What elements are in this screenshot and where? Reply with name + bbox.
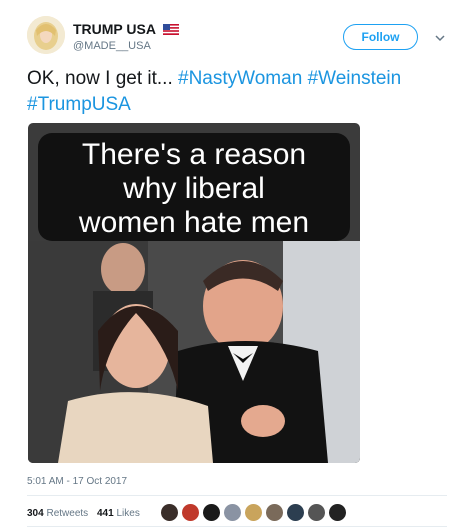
- chevron-down-icon[interactable]: [434, 32, 446, 44]
- tweet-text: OK, now I get it... #NastyWoman #Weinste…: [27, 66, 452, 118]
- liker-avatar[interactable]: [307, 503, 326, 522]
- retweets-count: 304: [27, 508, 44, 519]
- retweets-stat[interactable]: 304 Retweets: [27, 508, 88, 519]
- tweet-text-plain: OK, now I get it...: [27, 68, 179, 89]
- divider: [27, 526, 447, 527]
- display-name-text[interactable]: TRUMP USA: [73, 21, 155, 37]
- liker-avatar[interactable]: [160, 503, 179, 522]
- timestamp[interactable]: 5:01 AM - 17 Oct 2017: [27, 476, 127, 487]
- avatar[interactable]: [27, 16, 65, 54]
- meme-caption-line: There's a reason: [81, 138, 307, 171]
- liker-avatar[interactable]: [223, 503, 242, 522]
- follow-button[interactable]: Follow: [343, 24, 418, 50]
- user-handle[interactable]: @MADE__USA: [73, 40, 151, 52]
- tweet-image[interactable]: There's a reason why liberal women hate …: [28, 123, 360, 463]
- hashtag-link[interactable]: #TrumpUSA: [27, 94, 131, 115]
- display-name[interactable]: TRUMP USA: [73, 21, 180, 37]
- hashtag-link[interactable]: #NastyWoman: [178, 68, 302, 89]
- meme-photo: [28, 241, 360, 463]
- likes-label: Likes: [116, 508, 140, 519]
- hashtag-link[interactable]: #Weinstein: [308, 68, 402, 89]
- liker-avatar[interactable]: [328, 503, 347, 522]
- likes-stat[interactable]: 441 Likes: [97, 508, 140, 519]
- divider: [27, 495, 447, 496]
- meme-caption-line: women hate men: [78, 206, 310, 239]
- liker-avatar[interactable]: [265, 503, 284, 522]
- liker-avatar[interactable]: [202, 503, 221, 522]
- liker-avatar[interactable]: [181, 503, 200, 522]
- liker-avatar[interactable]: [244, 503, 263, 522]
- retweets-label: Retweets: [46, 508, 89, 519]
- us-flag-icon: [163, 24, 180, 35]
- meme-caption-line: why liberal: [123, 172, 265, 205]
- likes-count: 441: [97, 508, 114, 519]
- liker-avatar[interactable]: [286, 503, 305, 522]
- tweet-card: TRUMP USA @MADE__USA Follow OK, now I ge…: [0, 0, 475, 528]
- meme-caption: There's a reason why liberal women hate …: [38, 133, 350, 241]
